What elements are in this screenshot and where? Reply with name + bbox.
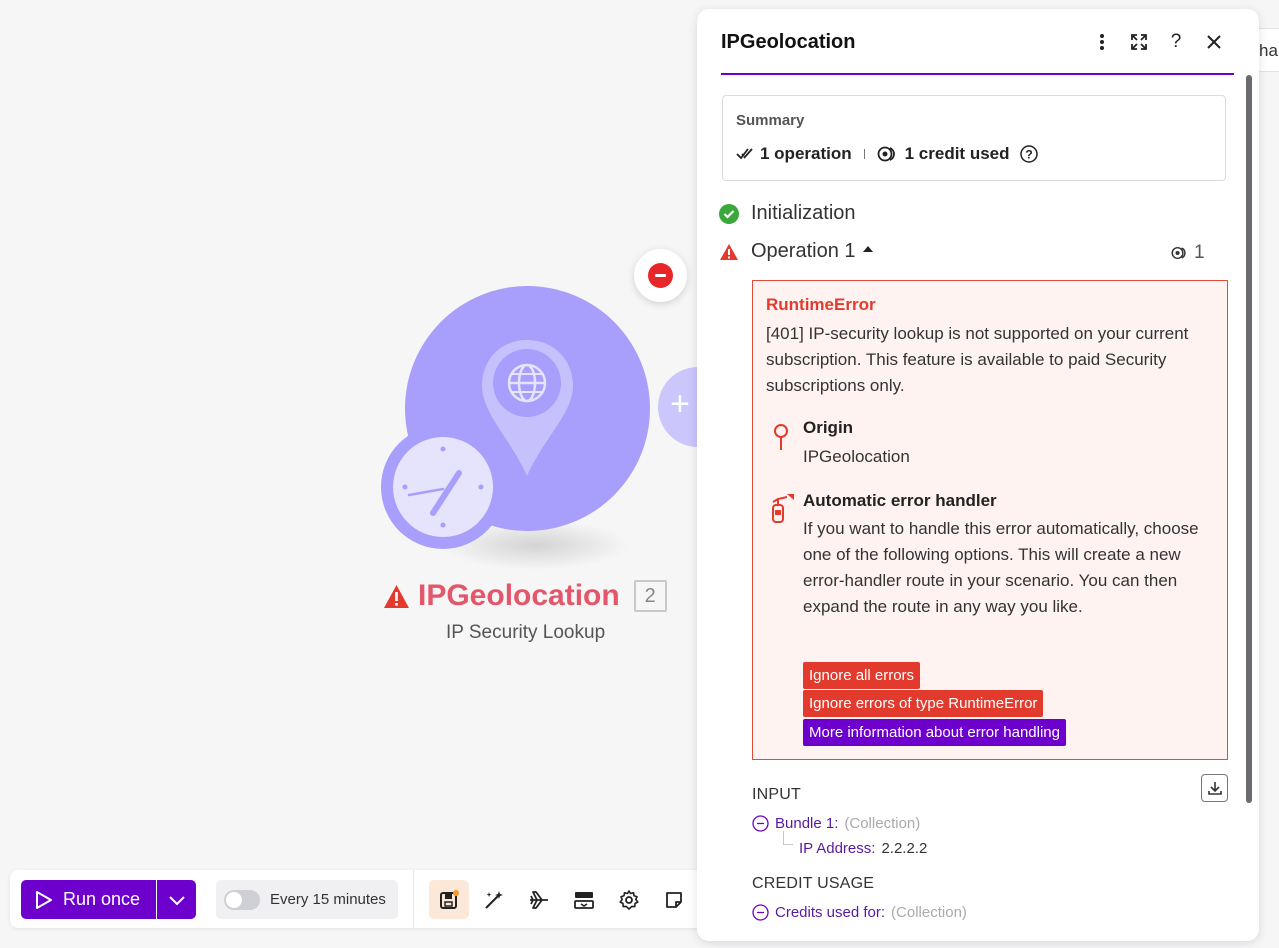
panel-title: IPGeolocation	[721, 31, 856, 53]
summary-credits: 1 credit used	[904, 144, 1010, 163]
schedule-switch[interactable]	[224, 889, 260, 910]
run-once-button[interactable]: Run once	[21, 880, 156, 919]
kebab-menu-icon	[1100, 34, 1104, 50]
double-check-icon	[736, 148, 753, 160]
expand-icon	[1131, 34, 1147, 50]
step-operation-1[interactable]: Operation 1	[719, 240, 874, 263]
error-box: RuntimeError [401] IP-security lookup is…	[752, 280, 1228, 760]
panel-help-button[interactable]: ?	[1164, 29, 1188, 55]
plus-icon: +	[670, 385, 690, 423]
play-icon	[36, 890, 52, 909]
handler-label: Automatic error handler	[803, 491, 997, 510]
summary-card: Summary 1 operation 1 credit used ?	[722, 95, 1226, 181]
warning-triangle-icon	[384, 584, 409, 608]
ip-address-key: IP Address:	[799, 840, 876, 857]
panel-expand-button[interactable]	[1127, 29, 1151, 55]
panel-scrollbar[interactable]	[1246, 75, 1252, 803]
clock-trigger-icon[interactable]	[381, 425, 505, 549]
credit-usage-row[interactable]: Credits used for: (Collection)	[752, 904, 967, 921]
bundle-key: Bundle 1:	[775, 815, 839, 832]
clock-hands-icon	[402, 446, 484, 528]
note-icon	[666, 891, 682, 908]
fire-extinguisher-icon	[772, 494, 794, 523]
execution-inspector-panel: IPGeolocation ? Summary 1 operation 1 cr…	[697, 9, 1259, 941]
run-once-label: Run once	[63, 889, 141, 909]
step-operation-label: Operation 1	[751, 240, 856, 262]
credit-usage-type: (Collection)	[891, 904, 967, 921]
svg-text:?: ?	[1025, 148, 1032, 162]
auto-align-button[interactable]	[474, 880, 514, 919]
settings-button[interactable]	[609, 880, 649, 919]
credit-usage-key: Credits used for:	[775, 904, 886, 921]
gear-icon	[619, 889, 639, 910]
module-id-badge: 2	[633, 580, 667, 612]
error-handling-info-link[interactable]: More information about error handling	[803, 719, 1066, 746]
tree-connector	[783, 831, 793, 845]
summary-operations: 1 operation	[760, 144, 852, 163]
download-icon	[1207, 782, 1222, 795]
input-section-label: INPUT	[752, 786, 801, 803]
input-bundle-row[interactable]: Bundle 1: (Collection)	[752, 815, 920, 832]
step-initialization-label: Initialization	[751, 202, 856, 224]
ip-address-value: 2.2.2.2	[881, 840, 928, 857]
check-circle-icon	[719, 203, 739, 224]
layout-button[interactable]	[564, 880, 604, 919]
step-initialization[interactable]: Initialization	[719, 202, 856, 225]
download-output-button[interactable]	[1201, 774, 1228, 802]
run-options-button[interactable]	[157, 880, 196, 919]
save-icon	[440, 889, 459, 909]
origin-pin-icon	[774, 424, 788, 450]
caret-up-icon	[862, 245, 873, 252]
error-type: RuntimeError	[766, 295, 876, 314]
handler-text: If you want to handle this error automat…	[803, 519, 1199, 616]
module-title-row: IPGeolocation 2	[383, 576, 667, 616]
credits-icon	[877, 146, 895, 162]
save-button[interactable]	[429, 880, 469, 919]
module-title: IPGeolocation	[418, 579, 620, 612]
panel-close-button[interactable]	[1202, 29, 1226, 55]
credit-usage-label: CREDIT USAGE	[752, 875, 875, 892]
panel-menu-button[interactable]	[1090, 29, 1114, 55]
origin-value: IPGeolocation	[803, 447, 910, 466]
bottom-toolbar: Run once Every 15 minutes	[10, 870, 710, 928]
error-message: [401] IP-security lookup is not supporte…	[766, 324, 1189, 395]
ip-address-row: IP Address: 2.2.2.2	[799, 840, 927, 857]
schedule-toggle[interactable]: Every 15 minutes	[216, 880, 398, 919]
collapse-circle-icon[interactable]	[752, 904, 769, 921]
background-panel-text: ha	[1259, 41, 1278, 60]
close-icon	[1207, 35, 1221, 49]
operation-credit-count: 1	[1171, 242, 1205, 264]
layout-icon	[574, 891, 594, 909]
help-circle-icon[interactable]: ?	[1019, 145, 1038, 163]
explain-flow-button[interactable]	[519, 880, 559, 919]
chevron-down-icon	[168, 895, 185, 905]
summary-separator	[863, 149, 865, 159]
help-icon: ?	[1170, 31, 1182, 52]
minus-circle-icon	[648, 263, 673, 288]
notes-button[interactable]	[654, 880, 694, 919]
ignore-all-errors-button[interactable]: Ignore all errors	[803, 662, 921, 689]
collapse-circle-icon[interactable]	[752, 815, 769, 832]
panel-header: IPGeolocation ?	[721, 9, 1234, 75]
module-error-badge[interactable]	[634, 249, 687, 302]
credits-icon	[1171, 246, 1186, 260]
bundle-type: (Collection)	[844, 815, 921, 832]
magic-wand-icon	[485, 890, 503, 909]
summary-label: Summary	[736, 112, 805, 129]
airplane-icon	[530, 890, 548, 909]
summary-row: 1 operation 1 credit used ?	[736, 144, 1038, 164]
ignore-runtime-errors-button[interactable]: Ignore errors of type RuntimeError	[803, 690, 1044, 717]
module-subtitle: IP Security Lookup	[446, 622, 606, 643]
warning-triangle-icon	[720, 243, 738, 260]
toolbar-divider	[413, 870, 414, 928]
origin-label: Origin	[803, 418, 854, 437]
operation-credit-value: 1	[1194, 242, 1205, 263]
schedule-label: Every 15 minutes	[270, 891, 386, 908]
